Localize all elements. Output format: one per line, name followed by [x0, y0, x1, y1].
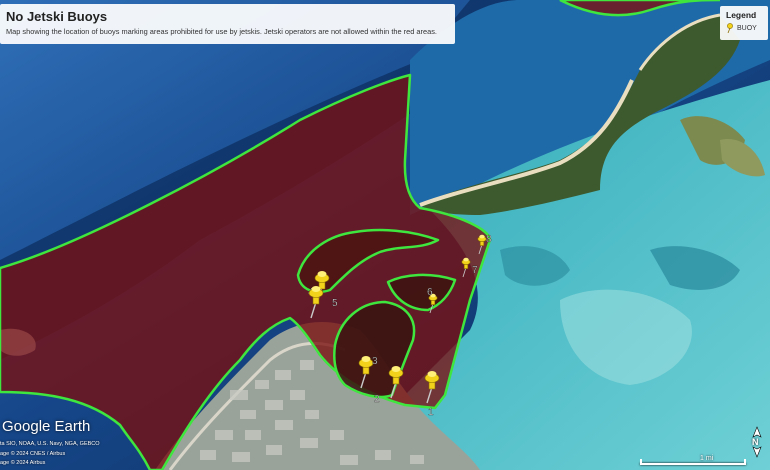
- credit-line: age © 2024 CNES / Airbus: [0, 450, 66, 457]
- north-arrow-icon[interactable]: N: [749, 425, 765, 459]
- credit-line: age © 2024 Airbus: [0, 460, 46, 466]
- legend: Legend BUOY: [720, 6, 768, 40]
- north-label: N: [752, 437, 759, 447]
- scale-bar: 1 mi: [640, 455, 746, 465]
- buoy-label: 1: [428, 407, 434, 418]
- map-view[interactable]: 12345678 No Jetski Buoys Map showing the…: [0, 0, 770, 470]
- legend-item-buoy: BUOY: [726, 23, 768, 33]
- scale-label: 1 mi: [700, 455, 714, 462]
- legend-label: BUOY: [737, 24, 757, 32]
- info-panel: No Jetski Buoys Map showing the location…: [0, 4, 455, 44]
- legend-title: Legend: [726, 10, 757, 20]
- buoy-label: 5: [332, 298, 338, 309]
- google-earth-logo: Google Earth: [2, 418, 91, 435]
- yellow-pushpin-icon: [727, 23, 733, 33]
- credit-line: ta SIO, NOAA, U.S. Navy, NGA, GEBCO: [0, 441, 100, 447]
- satellite-map[interactable]: 12345678: [0, 0, 770, 470]
- buoy-label: 6: [427, 287, 433, 298]
- buoy-label: 8: [486, 234, 492, 245]
- map-description: Map showing the location of buoys markin…: [6, 27, 437, 36]
- map-title: No Jetski Buoys: [6, 9, 108, 24]
- buoy-label: 3: [372, 356, 378, 367]
- imagery-credits: ta SIO, NOAA, U.S. Navy, NGA, GEBCO age …: [0, 440, 100, 469]
- buoy-label: 7: [472, 265, 478, 276]
- buoy-label: 2: [374, 394, 380, 405]
